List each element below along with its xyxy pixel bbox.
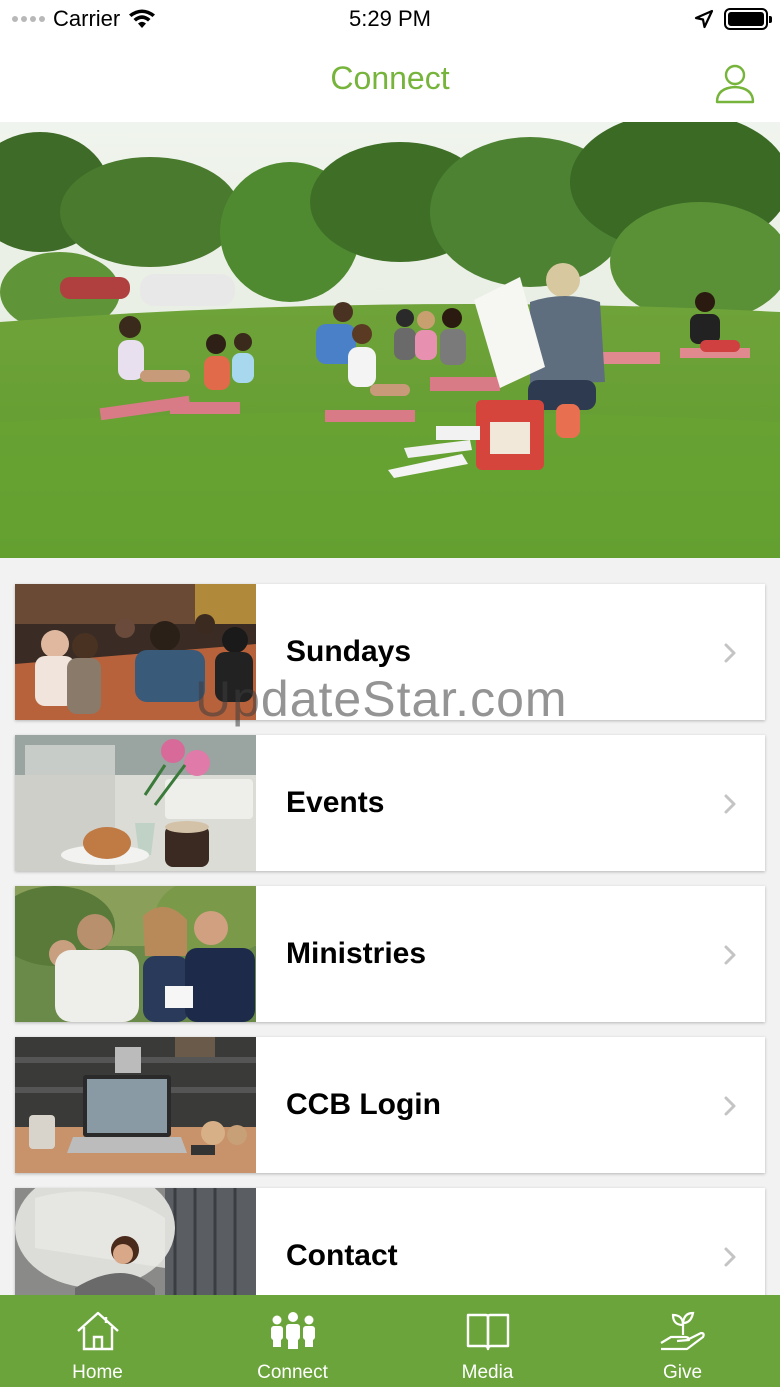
page-title: Connect — [330, 60, 450, 96]
tab-label: Media — [461, 1362, 514, 1383]
events-thumbnail — [15, 735, 256, 871]
battery-icon — [724, 8, 772, 30]
tab-label: Connect — [257, 1362, 328, 1383]
location-arrow-icon — [694, 9, 714, 29]
menu-item-label: Sundays — [286, 635, 412, 668]
tab-bar: Home Connect Media Give — [0, 1295, 780, 1387]
hand-plant-icon — [660, 1311, 705, 1351]
tab-give[interactable]: Give — [585, 1295, 780, 1387]
menu-item-ministries[interactable]: Ministries — [15, 886, 765, 1022]
status-bar: Carrier 5:29 PM — [0, 0, 780, 40]
tab-home[interactable]: Home — [0, 1295, 195, 1387]
chevron-right-icon — [724, 1096, 736, 1116]
menu-list: Sundays Events Ministries CCB Login Cont… — [15, 584, 765, 1339]
chevron-right-icon — [724, 643, 736, 663]
tab-label: Home — [72, 1362, 123, 1383]
menu-item-events[interactable]: Events — [15, 735, 765, 871]
tab-media[interactable]: Media — [390, 1295, 585, 1387]
tab-label: Give — [662, 1362, 703, 1383]
ministries-thumbnail — [15, 886, 256, 1022]
tab-connect[interactable]: Connect — [195, 1295, 390, 1387]
status-right — [694, 8, 772, 30]
book-icon — [466, 1313, 510, 1351]
person-icon[interactable] — [714, 62, 756, 104]
hero-image — [0, 122, 780, 558]
outdoor-group-photo — [0, 122, 780, 558]
chevron-right-icon — [724, 945, 736, 965]
chevron-right-icon — [724, 794, 736, 814]
menu-item-ccb-login[interactable]: CCB Login — [15, 1037, 765, 1173]
clock: 5:29 PM — [349, 6, 431, 31]
menu-item-sundays[interactable]: Sundays — [15, 584, 765, 720]
menu-item-label: Events — [286, 786, 385, 819]
ccb-login-thumbnail — [15, 1037, 256, 1173]
sundays-thumbnail — [15, 584, 256, 720]
menu-item-label: CCB Login — [286, 1088, 441, 1121]
menu-item-label: Ministries — [286, 937, 427, 970]
house-icon — [77, 1311, 119, 1351]
people-icon — [271, 1312, 315, 1349]
chevron-right-icon — [724, 1247, 736, 1267]
nav-bar: Connect — [0, 40, 780, 122]
connect-screen: Carrier 5:29 PM Connect Sundays Events M… — [0, 0, 780, 1387]
